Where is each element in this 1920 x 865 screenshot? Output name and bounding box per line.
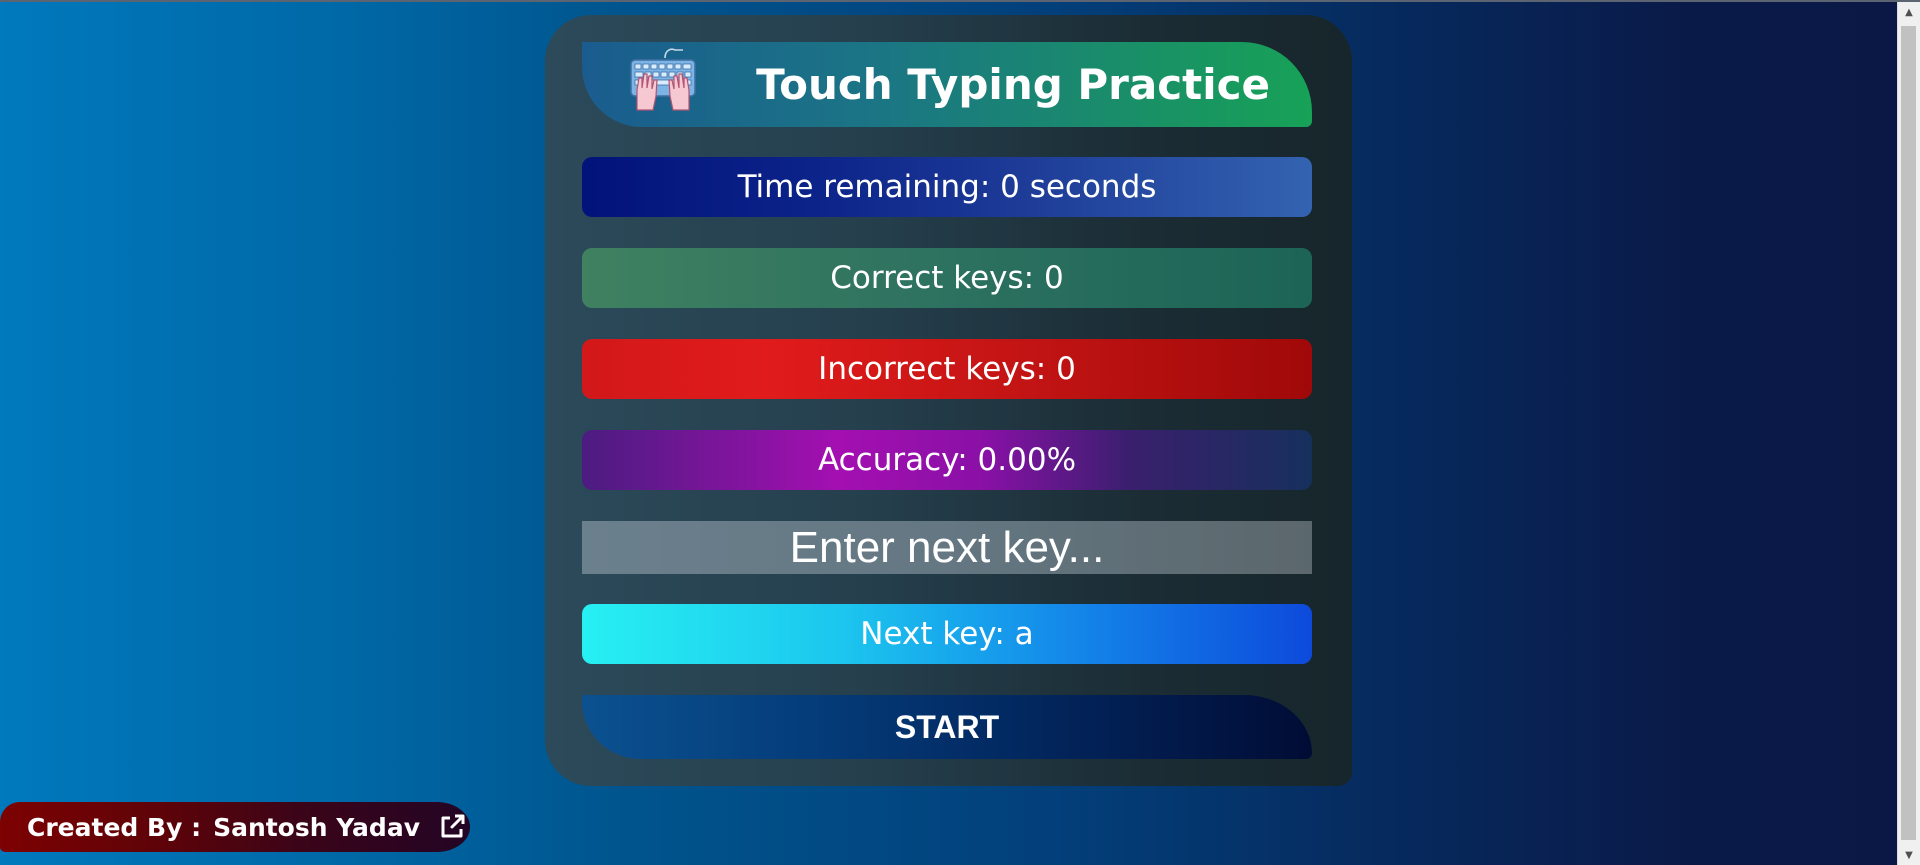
scrollbar-thumb[interactable] [1901,26,1916,840]
start-button[interactable]: START [582,695,1312,759]
key-input[interactable] [582,521,1312,574]
vertical-scrollbar[interactable]: ▲ ▼ [1897,2,1920,865]
scroll-up-arrow-icon[interactable]: ▲ [1898,2,1920,22]
author-name[interactable]: Santosh Yadav [213,813,420,842]
app-title: Touch Typing Practice [756,60,1270,109]
window-top-border [0,0,1920,2]
incorrect-keys-display: Incorrect keys: 0 [582,339,1312,399]
scroll-down-arrow-icon[interactable]: ▼ [1898,845,1920,865]
keyboard-hands-icon [630,48,696,111]
next-key-display: Next key: a [582,604,1312,664]
correct-keys-display: Correct keys: 0 [582,248,1312,308]
accuracy-display: Accuracy: 0.00% [582,430,1312,490]
typing-card [545,15,1352,786]
credit-link[interactable]: Created By : Santosh Yadav [0,802,470,852]
app-header: Touch Typing Practice [582,42,1312,127]
time-remaining-display: Time remaining: 0 seconds [582,157,1312,217]
external-link-icon[interactable] [438,813,466,841]
credit-label: Created By : [27,812,202,842]
